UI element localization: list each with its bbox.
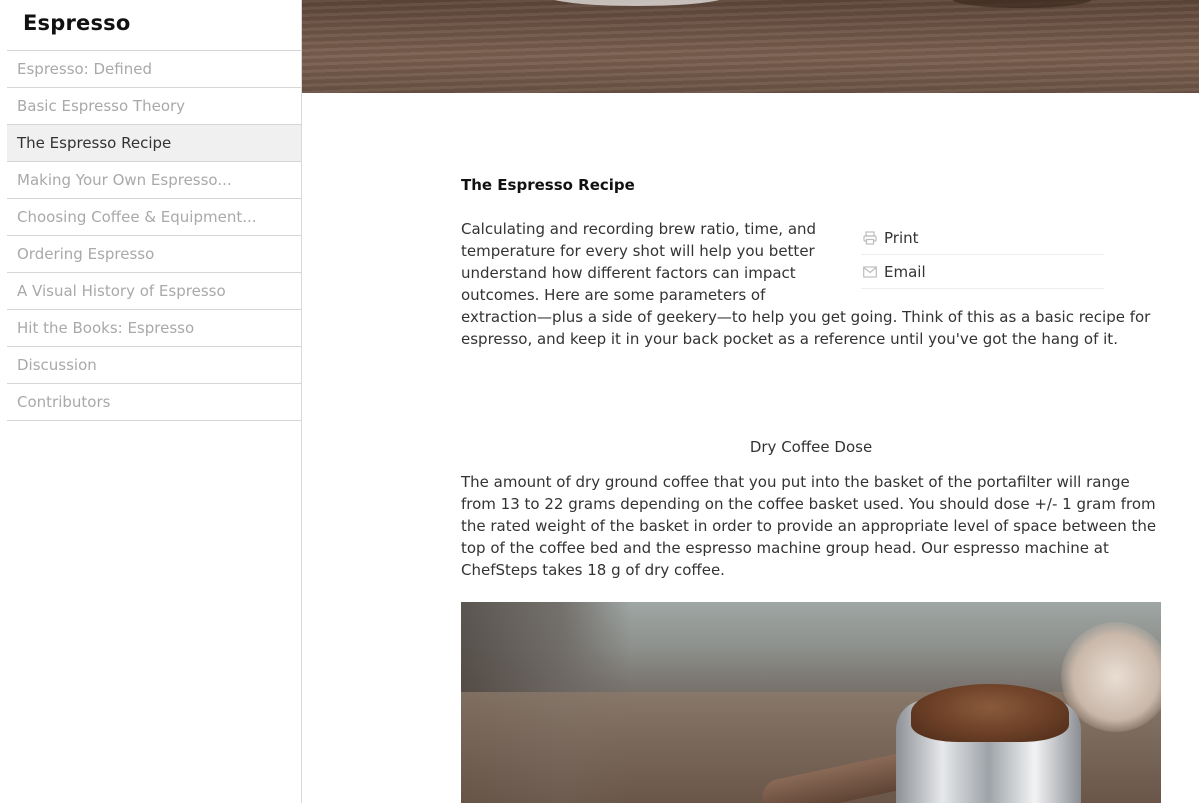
sidebar-item-hit-the-books[interactable]: Hit the Books: Espresso — [7, 309, 301, 346]
sidebar-item-choosing-coffee[interactable]: Choosing Coffee & Equipment... — [7, 198, 301, 235]
sidebar-item-contributors[interactable]: Contributors — [7, 383, 301, 421]
section-heading-dry-coffee-dose: Dry Coffee Dose — [749, 438, 873, 456]
portafilter-photo — [461, 602, 1161, 803]
dry-coffee-dose-paragraph: The amount of dry ground coffee that you… — [461, 473, 1157, 579]
sidebar-item-visual-history[interactable]: A Visual History of Espresso — [7, 272, 301, 309]
coffee-grounds-shape — [952, 0, 1092, 8]
ground-coffee-mound — [911, 684, 1069, 742]
print-label: Print — [884, 228, 919, 247]
hero-image — [302, 0, 1199, 93]
intro-paragraph: Print Email Calculating and recording br… — [461, 218, 1161, 350]
sidebar: Espresso Espresso: Defined Basic Espress… — [0, 0, 302, 803]
sidebar-nav: Espresso: Defined Basic Espresso Theory … — [7, 50, 301, 421]
email-button[interactable]: Email — [861, 255, 1104, 289]
print-button[interactable]: Print — [861, 221, 1104, 255]
sidebar-item-discussion[interactable]: Discussion — [7, 346, 301, 383]
sidebar-item-basic-espresso-theory[interactable]: Basic Espresso Theory — [7, 87, 301, 124]
cup-rim-shape — [547, 0, 727, 6]
envelope-icon — [863, 265, 877, 278]
sidebar-item-espresso-defined[interactable]: Espresso: Defined — [7, 50, 301, 87]
sidebar-item-ordering-espresso[interactable]: Ordering Espresso — [7, 235, 301, 272]
sidebar-item-espresso-recipe[interactable]: The Espresso Recipe — [7, 124, 301, 161]
sidebar-item-making-your-own[interactable]: Making Your Own Espresso... — [7, 161, 301, 198]
share-box: Print Email — [861, 218, 1104, 289]
email-label: Email — [884, 262, 926, 281]
printer-icon — [863, 230, 877, 245]
sidebar-title: Espresso — [23, 11, 131, 35]
article-title: The Espresso Recipe — [461, 176, 635, 194]
